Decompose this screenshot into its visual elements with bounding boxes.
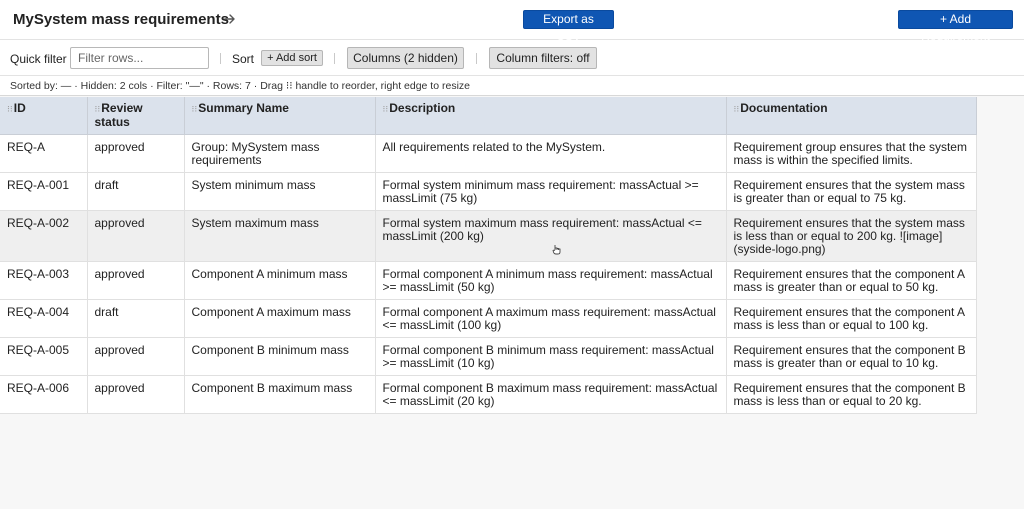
cell-review-status[interactable]: draft	[87, 172, 185, 211]
drag-handle-icon[interactable]: ⁝⁝	[383, 104, 389, 114]
cell-summary-name[interactable]: System maximum mass	[184, 210, 376, 262]
table-row[interactable]: REQ-A-004 draft Component A maximum mass…	[0, 299, 977, 338]
cell-id[interactable]: REQ-A-001	[0, 172, 88, 211]
quick-filter-input[interactable]	[70, 47, 209, 69]
table-row[interactable]: REQ-A-005 approved Component B minimum m…	[0, 337, 977, 376]
cell-description[interactable]: All requirements related to the MySystem…	[375, 134, 727, 173]
cell-documentation[interactable]: Requirement ensures that the component B…	[726, 337, 977, 376]
add-requirement-button[interactable]: + Add Requirement	[898, 10, 1013, 43]
column-header-review-status[interactable]: ⁝⁝Review status	[87, 97, 185, 135]
arrow-right-icon[interactable]	[222, 10, 238, 28]
cell-description[interactable]: Formal system minimum mass requirement: …	[375, 172, 727, 211]
drag-handle-icon[interactable]: ⁝⁝	[7, 104, 13, 114]
cell-documentation[interactable]: Requirement ensures that the system mass…	[726, 172, 977, 211]
cell-summary-name[interactable]: System minimum mass	[184, 172, 376, 211]
table-row[interactable]: REQ-A-001 draft System minimum mass Form…	[0, 172, 977, 211]
toolbar-divider	[476, 53, 477, 64]
requirements-table: ⁝⁝ID ⁝⁝Review status ⁝⁝Summary Name ⁝⁝De…	[0, 97, 977, 414]
drag-handle-icon[interactable]: ⁝⁝	[734, 104, 740, 114]
status-text: Sorted by: — · Hidden: 2 cols · Filter: …	[10, 80, 470, 92]
quick-filter-label: Quick filter	[10, 52, 67, 66]
cell-description[interactable]: Formal system maximum mass requirement: …	[375, 210, 727, 262]
cell-id[interactable]: REQ-A-003	[0, 261, 88, 300]
cell-summary-name[interactable]: Component B maximum mass	[184, 375, 376, 414]
cell-summary-name[interactable]: Component B minimum mass	[184, 337, 376, 376]
cell-id[interactable]: REQ-A-002	[0, 210, 88, 262]
column-header-id[interactable]: ⁝⁝ID	[0, 97, 88, 135]
cell-id[interactable]: REQ-A-004	[0, 299, 88, 338]
add-sort-button[interactable]: + Add sort	[261, 50, 323, 66]
column-header-description[interactable]: ⁝⁝Description	[375, 97, 727, 135]
cell-summary-name[interactable]: Group: MySystem mass requirements	[184, 134, 376, 173]
page-title: MySystem mass requirements	[13, 11, 229, 28]
cell-id[interactable]: REQ-A-005	[0, 337, 88, 376]
column-header-summary-name[interactable]: ⁝⁝Summary Name	[184, 97, 376, 135]
cell-summary-name[interactable]: Component A maximum mass	[184, 299, 376, 338]
cell-id[interactable]: REQ-A	[0, 134, 88, 173]
cell-review-status[interactable]: draft	[87, 299, 185, 338]
requirements-table-container: ⁝⁝ID ⁝⁝Review status ⁝⁝Summary Name ⁝⁝De…	[0, 97, 977, 414]
cell-review-status[interactable]: approved	[87, 261, 185, 300]
table-row[interactable]: REQ-A approved Group: MySystem mass requ…	[0, 134, 977, 173]
cell-description[interactable]: Formal component A maximum mass requirem…	[375, 299, 727, 338]
export-csv-button[interactable]: Export as CSV	[523, 10, 614, 43]
app-header: MySystem mass requirements Export as CSV…	[0, 0, 1024, 43]
cell-documentation[interactable]: Requirement ensures that the component B…	[726, 375, 977, 414]
table-row[interactable]: REQ-A-003 approved Component A minimum m…	[0, 261, 977, 300]
column-header-documentation[interactable]: ⁝⁝Documentation	[726, 97, 977, 135]
drag-handle-icon[interactable]: ⁝⁝	[192, 104, 198, 114]
cell-summary-name[interactable]: Component A minimum mass	[184, 261, 376, 300]
cell-review-status[interactable]: approved	[87, 134, 185, 173]
cell-review-status[interactable]: approved	[87, 375, 185, 414]
cell-review-status[interactable]: approved	[87, 210, 185, 262]
table-header-row: ⁝⁝ID ⁝⁝Review status ⁝⁝Summary Name ⁝⁝De…	[0, 97, 977, 135]
cell-documentation[interactable]: Requirement group ensures that the syste…	[726, 134, 977, 173]
toolbar-divider	[334, 53, 335, 64]
cell-description[interactable]: Formal component A minimum mass requirem…	[375, 261, 727, 300]
cell-documentation[interactable]: Requirement ensures that the component A…	[726, 261, 977, 300]
table-row-hovered[interactable]: REQ-A-002 approved System maximum mass F…	[0, 210, 977, 262]
sort-label: Sort	[232, 52, 255, 66]
cell-description[interactable]: Formal component B maximum mass requirem…	[375, 375, 727, 414]
cell-documentation[interactable]: Requirement ensures that the system mass…	[726, 210, 977, 262]
cell-id[interactable]: REQ-A-006	[0, 375, 88, 414]
columns-button[interactable]: Columns (2 hidden)	[347, 47, 464, 69]
cell-documentation[interactable]: Requirement ensures that the component A…	[726, 299, 977, 338]
table-row[interactable]: REQ-A-006 approved Component B maximum m…	[0, 375, 977, 414]
status-bar: Sorted by: — · Hidden: 2 cols · Filter: …	[0, 76, 1024, 96]
drag-handle-icon[interactable]: ⁝⁝	[95, 104, 101, 114]
column-filters-toggle[interactable]: Column filters: off	[489, 47, 597, 69]
cell-review-status[interactable]: approved	[87, 337, 185, 376]
hand-pointer-icon	[552, 245, 561, 255]
cell-description[interactable]: Formal component B minimum mass requirem…	[375, 337, 727, 376]
toolbar-divider	[220, 53, 221, 64]
